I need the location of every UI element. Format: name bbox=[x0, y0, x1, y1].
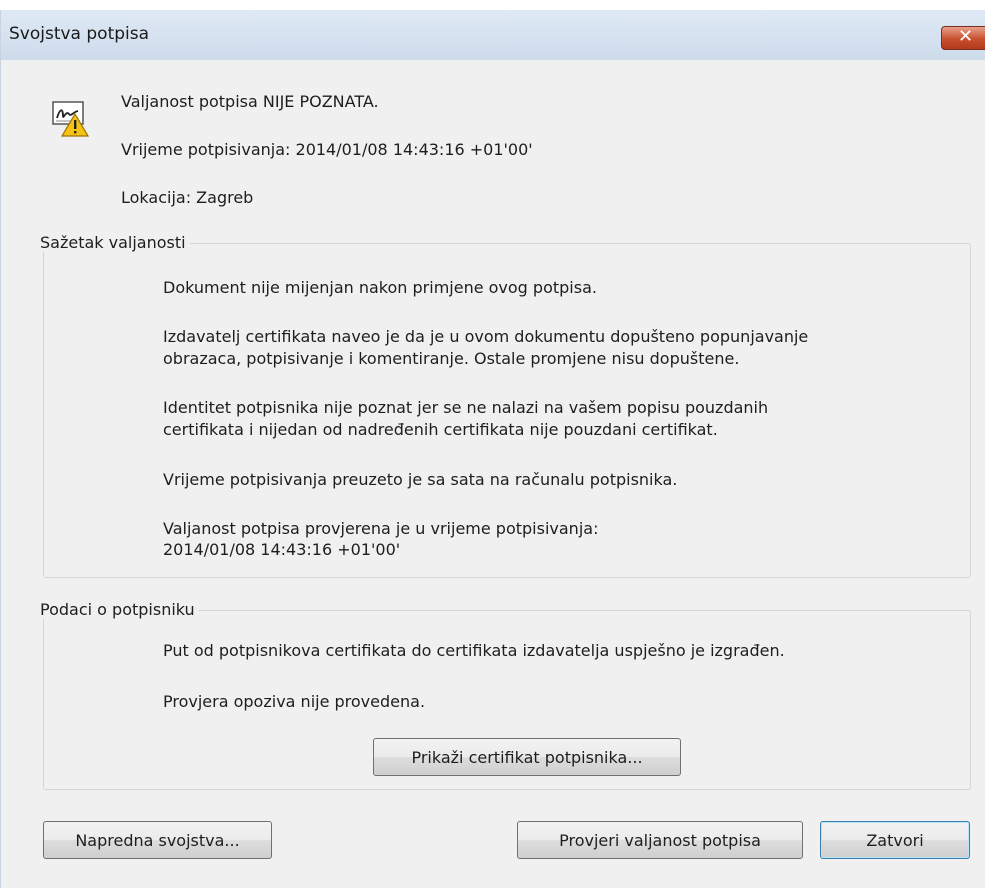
validity-line: Izdavatelj certifikata naveo je da je u … bbox=[163, 327, 809, 346]
signing-time: Vrijeme potpisivanja: 2014/01/08 14:43:1… bbox=[121, 140, 533, 159]
window-title: Svojstva potpisa bbox=[9, 24, 150, 44]
validity-line: obrazaca, potpisivanje i komentiranje. O… bbox=[163, 349, 740, 368]
validity-line: Vrijeme potpisivanja preuzeto je sa sata… bbox=[163, 470, 678, 489]
validate-signature-button[interactable]: Provjeri valjanost potpisa bbox=[517, 821, 803, 859]
close-button[interactable]: Zatvori bbox=[820, 821, 970, 859]
dialog-body: Valjanost potpisa NIJE POZNATA. Vrijeme … bbox=[1, 60, 985, 888]
validity-line: Valjanost potpisa provjerena je u vrijem… bbox=[163, 519, 599, 538]
close-window-button[interactable]: ✕ bbox=[941, 26, 985, 50]
signature-properties-dialog: Svojstva potpisa ✕ Valjanost potpisa NIJ… bbox=[0, 10, 985, 888]
signing-location: Lokacija: Zagreb bbox=[121, 188, 254, 207]
advanced-properties-button[interactable]: Napredna svojstva... bbox=[43, 821, 272, 859]
signer-info-line: Provjera opoziva nije provedena. bbox=[163, 692, 426, 711]
signer-info-line: Put od potpisnikova certifikata do certi… bbox=[163, 641, 785, 660]
signature-status: Valjanost potpisa NIJE POZNATA. bbox=[121, 92, 379, 111]
validity-line: certifikata i nijedan od nadređenih cert… bbox=[163, 420, 718, 439]
validity-line: Identitet potpisnika nije poznat jer se … bbox=[163, 398, 769, 417]
validity-summary-group: Sažetak valjanosti Dokument nije mijenja… bbox=[36, 233, 971, 578]
signer-info-group: Podaci o potpisniku Put od potpisnikova … bbox=[36, 600, 971, 790]
close-icon: ✕ bbox=[958, 26, 974, 47]
show-signer-certificate-button[interactable]: Prikaži certifikat potpisnika... bbox=[373, 738, 681, 776]
signature-warning-icon bbox=[52, 101, 90, 137]
validity-line: Dokument nije mijenjan nakon primjene ov… bbox=[163, 278, 597, 297]
signer-info-label: Podaci o potpisniku bbox=[36, 600, 199, 619]
validity-line: 2014/01/08 14:43:16 +01'00' bbox=[163, 540, 401, 559]
validity-summary-label: Sažetak valjanosti bbox=[36, 233, 190, 252]
title-bar[interactable]: Svojstva potpisa ✕ bbox=[1, 10, 985, 60]
